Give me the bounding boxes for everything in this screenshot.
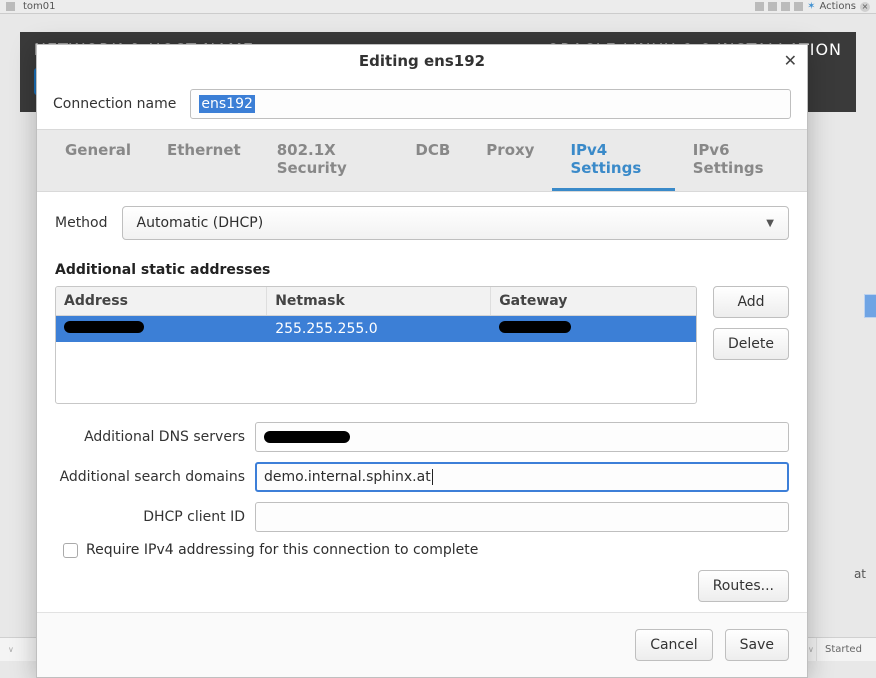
dns-servers-input[interactable] (255, 422, 789, 452)
vm-icon-1[interactable] (755, 2, 764, 11)
addresses-block: Address Netmask Gateway 255.255.255.0 Ad… (55, 286, 789, 404)
connection-name-label: Connection name (53, 96, 176, 112)
column-netmask[interactable]: Netmask (267, 287, 491, 315)
tab-dcb[interactable]: DCB (397, 130, 468, 191)
tab-ipv6-settings[interactable]: IPv6 Settings (675, 130, 797, 191)
tab-general[interactable]: General (47, 130, 149, 191)
dhcp-client-id-label: DHCP client ID (55, 509, 245, 525)
require-ipv4-checkbox[interactable] (63, 543, 78, 558)
ipv4-panel: Method Automatic (DHCP) ▼ Additional sta… (37, 192, 807, 612)
dialog-title: Editing ens192 (359, 52, 485, 70)
redacted-dns (264, 431, 350, 443)
search-domains-input[interactable]: demo.internal.sphinx.at (255, 462, 789, 492)
vm-host-name: tom01 (23, 1, 56, 12)
cancel-button[interactable]: Cancel (635, 629, 712, 661)
vm-top-bar: tom01 ✶ Actions × (0, 0, 876, 14)
tab-ethernet[interactable]: Ethernet (149, 130, 259, 191)
save-button[interactable]: Save (725, 629, 789, 661)
vm-tab-icon (6, 2, 15, 11)
routes-row: Routes... (55, 570, 789, 602)
dns-servers-row: Additional DNS servers (55, 422, 789, 452)
address-buttons: Add Delete (713, 286, 789, 404)
tab-ipv4-settings[interactable]: IPv4 Settings (552, 130, 674, 191)
vm-actions-label[interactable]: Actions (819, 1, 856, 12)
close-icon[interactable]: ✕ (784, 51, 797, 70)
table-row[interactable]: 255.255.255.0 (56, 316, 696, 342)
add-button[interactable]: Add (713, 286, 789, 318)
routes-button[interactable]: Routes... (698, 570, 789, 602)
redacted-gateway (499, 321, 571, 333)
vm-toolbar: ✶ Actions × (755, 1, 870, 12)
dhcp-client-id-input[interactable] (255, 502, 789, 532)
background-text: at (854, 567, 866, 581)
dns-servers-label: Additional DNS servers (55, 429, 245, 445)
require-ipv4-label: Require IPv4 addressing for this connect… (86, 542, 478, 558)
vm-icon-3[interactable] (781, 2, 790, 11)
dialog-footer: Cancel Save (37, 612, 807, 677)
connection-name-input[interactable]: ens192 (190, 89, 791, 119)
gear-icon[interactable]: ✶ (807, 1, 815, 12)
cell-netmask: 255.255.255.0 (267, 316, 491, 342)
dialog-title-bar: Editing ens192 ✕ (37, 45, 807, 77)
redacted-address (64, 321, 144, 333)
cell-gateway (491, 316, 696, 342)
search-domains-label: Additional search domains (55, 469, 245, 485)
search-domains-value: demo.internal.sphinx.at (264, 469, 431, 485)
tab-bar: General Ethernet 802.1X Security DCB Pro… (37, 129, 807, 192)
dhcp-client-id-row: DHCP client ID (55, 502, 789, 532)
method-row: Method Automatic (DHCP) ▼ (55, 206, 789, 240)
tab-proxy[interactable]: Proxy (468, 130, 552, 191)
vm-icon-4[interactable] (794, 2, 803, 11)
method-value: Automatic (DHCP) (137, 215, 264, 231)
column-gateway[interactable]: Gateway (491, 287, 696, 315)
edit-connection-dialog: Editing ens192 ✕ Connection name ens192 … (36, 44, 808, 678)
cell-address (56, 316, 267, 342)
close-icon[interactable]: × (860, 2, 870, 12)
additional-addresses-title: Additional static addresses (55, 262, 789, 278)
search-domains-row: Additional search domains demo.internal.… (55, 462, 789, 492)
method-select[interactable]: Automatic (DHCP) ▼ (122, 206, 789, 240)
right-panel-peek (864, 294, 876, 318)
vm-icon-2[interactable] (768, 2, 777, 11)
column-address[interactable]: Address (56, 287, 267, 315)
connection-name-row: Connection name ens192 (37, 77, 807, 129)
chevron-down-icon: ▼ (766, 218, 774, 229)
delete-button[interactable]: Delete (713, 328, 789, 360)
status-col-started: Started (816, 638, 870, 661)
connection-name-value: ens192 (199, 95, 255, 113)
addresses-table[interactable]: Address Netmask Gateway 255.255.255.0 (55, 286, 697, 404)
require-ipv4-row[interactable]: Require IPv4 addressing for this connect… (63, 542, 789, 558)
tab-8021x-security[interactable]: 802.1X Security (259, 130, 398, 191)
method-label: Method (55, 215, 108, 231)
addresses-header: Address Netmask Gateway (56, 287, 696, 316)
